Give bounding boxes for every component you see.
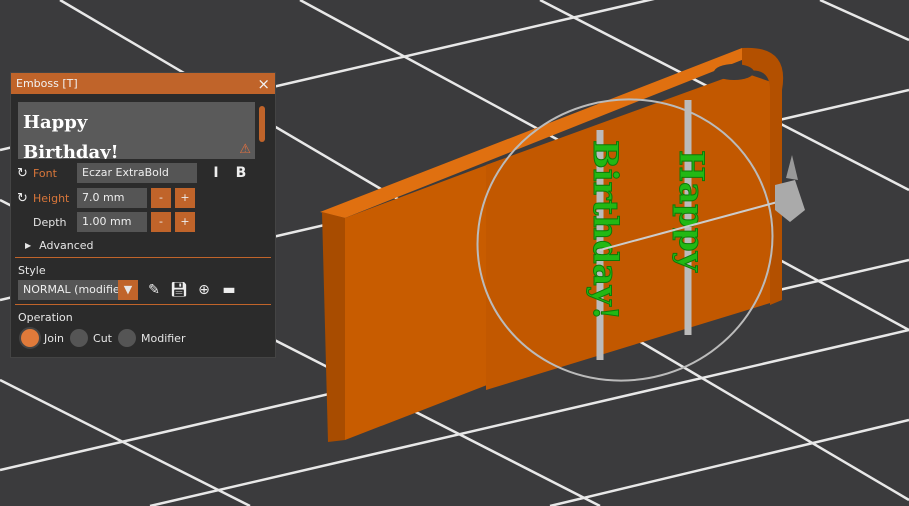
panel-title-bar[interactable]: Emboss [T] × bbox=[11, 73, 275, 94]
close-icon[interactable]: × bbox=[257, 75, 270, 93]
advanced-toggle[interactable]: ▶ Advanced bbox=[25, 235, 94, 255]
reset-font-icon[interactable]: ↻ bbox=[17, 166, 33, 181]
modifier-radio[interactable] bbox=[117, 329, 136, 347]
depth-input[interactable]: 1.00 mm bbox=[77, 212, 147, 232]
depth-label: Depth bbox=[33, 215, 67, 229]
edit-style-icon[interactable]: ✎ bbox=[145, 281, 163, 299]
style-label: Style bbox=[18, 263, 46, 277]
join-label: Join bbox=[44, 331, 65, 345]
depth-increase-button[interactable]: + bbox=[175, 212, 195, 232]
emboss-text-birthday: Birthday! bbox=[585, 140, 625, 320]
font-label: Font bbox=[33, 166, 57, 180]
advanced-label: Advanced bbox=[39, 238, 94, 252]
font-select[interactable]: Eczar ExtraBold bbox=[77, 163, 197, 183]
text-input[interactable]: Happy Birthday! ⚠ bbox=[18, 102, 255, 159]
delete-style-icon[interactable]: ▬ bbox=[220, 281, 238, 299]
add-style-icon[interactable]: ⊕ bbox=[195, 281, 213, 299]
model[interactable] bbox=[320, 47, 784, 442]
join-radio[interactable] bbox=[21, 329, 39, 347]
reset-height-icon[interactable]: ↻ bbox=[17, 191, 33, 206]
height-label: Height bbox=[33, 191, 70, 205]
operation-label: Operation bbox=[18, 310, 73, 324]
emboss-text-happy: Happy bbox=[671, 150, 711, 273]
italic-icon[interactable]: I bbox=[207, 164, 225, 182]
warning-icon: ⚠ bbox=[239, 142, 251, 157]
text-line: Birthday! bbox=[23, 142, 119, 159]
height-decrease-button[interactable]: - bbox=[151, 188, 171, 208]
height-increase-button[interactable]: + bbox=[175, 188, 195, 208]
text-line: Happy bbox=[23, 112, 88, 133]
panel-title: Emboss [T] bbox=[16, 77, 78, 90]
textbox-scrollbar[interactable] bbox=[259, 106, 265, 142]
dropdown-arrow-icon[interactable]: ▼ bbox=[118, 280, 138, 300]
expand-arrow-icon: ▶ bbox=[25, 240, 32, 250]
cut-radio[interactable] bbox=[70, 329, 89, 347]
modifier-label: Modifier bbox=[140, 331, 186, 345]
cut-label: Cut bbox=[93, 331, 112, 345]
bold-icon[interactable]: B bbox=[232, 164, 250, 182]
height-input[interactable]: 7.0 mm bbox=[77, 188, 147, 208]
save-style-icon[interactable]: 💾︎ bbox=[170, 281, 188, 299]
emboss-panel: Emboss [T] × Happy Birthday! ⚠ ↻ Font Ec… bbox=[10, 72, 276, 358]
style-select[interactable]: NORMAL (modified) bbox=[18, 280, 118, 300]
depth-decrease-button[interactable]: - bbox=[151, 212, 171, 232]
